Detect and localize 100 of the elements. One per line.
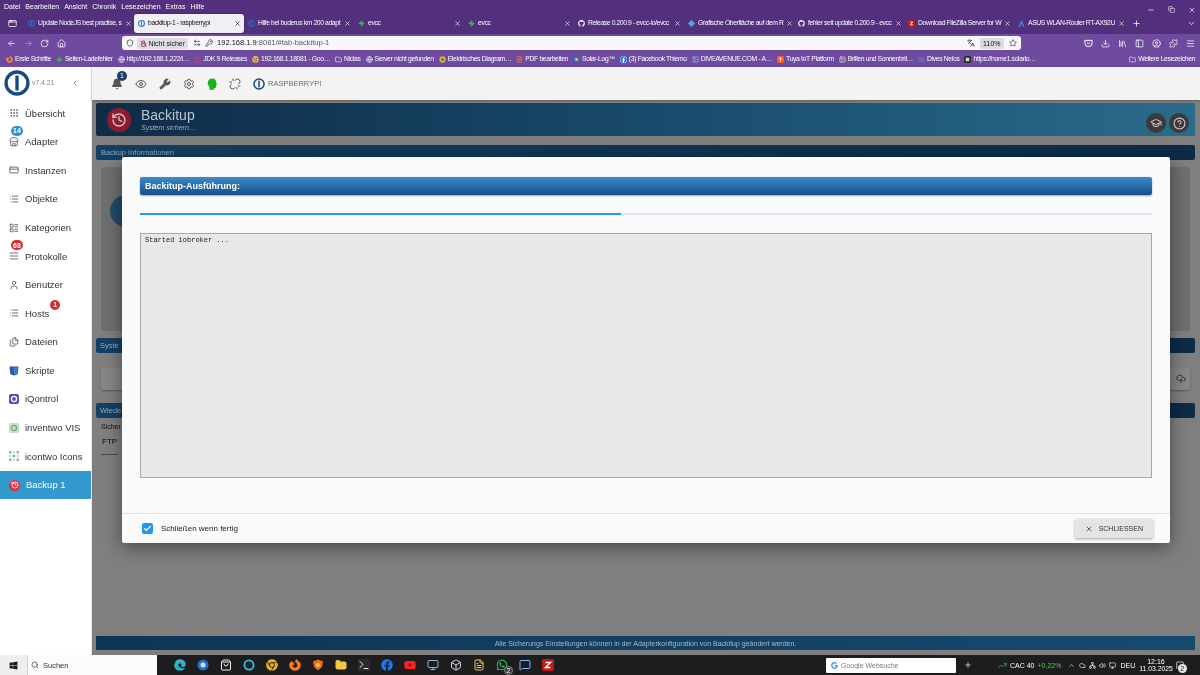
bolt-icon <box>55 56 63 63</box>
terminal-icon[interactable] <box>358 659 370 671</box>
cloud-icon[interactable] <box>1079 661 1087 669</box>
list-icon <box>9 308 19 319</box>
folder-icon[interactable] <box>335 659 347 671</box>
monitor-icon[interactable] <box>427 659 439 671</box>
play-icon[interactable] <box>404 659 416 671</box>
close-icon[interactable] <box>1188 5 1196 14</box>
browser-icon[interactable] <box>289 659 301 671</box>
logo-icon <box>4 70 30 96</box>
bag-icon[interactable] <box>220 659 232 671</box>
graduation-cap-icon[interactable] <box>1146 113 1166 133</box>
close-icon[interactable] <box>234 20 241 27</box>
sidebar-item[interactable]: Dateien <box>0 327 91 357</box>
speaker-icon[interactable] <box>1099 661 1107 669</box>
key-icon[interactable] <box>205 39 214 47</box>
cat-icon <box>798 20 805 27</box>
house-icon[interactable] <box>56 38 66 48</box>
panel-icon[interactable] <box>1135 38 1144 48</box>
browser-icon <box>252 56 260 63</box>
square-icon <box>777 56 785 63</box>
eye-icon[interactable] <box>135 77 147 90</box>
square-icon <box>964 56 972 63</box>
chevron-down-icon[interactable] <box>1187 19 1196 28</box>
square-icon[interactable] <box>542 659 554 671</box>
triangle-icon <box>1018 20 1025 27</box>
clock-icon <box>9 479 20 491</box>
sidebar-item[interactable]: iQontrol <box>0 384 91 414</box>
sidebar-item[interactable]: Objekte <box>0 184 91 214</box>
field-value: FTP <box>102 438 118 446</box>
window-icon[interactable] <box>8 19 17 28</box>
plus-icon[interactable] <box>964 661 972 669</box>
arrow-left-icon[interactable] <box>7 38 16 48</box>
insecure-lock-icon <box>139 39 147 47</box>
document-icon <box>516 56 524 63</box>
network-icon[interactable] <box>1089 661 1097 669</box>
chat-icon[interactable] <box>496 659 508 671</box>
globe-icon <box>117 56 125 63</box>
social-icon[interactable] <box>381 659 393 671</box>
mountain-icon <box>194 56 202 63</box>
bolt-icon <box>468 20 475 27</box>
shield-icon[interactable] <box>312 659 324 671</box>
arrows-icon[interactable] <box>193 39 202 47</box>
sidebar-item[interactable]: Übersicht <box>0 99 91 128</box>
card-icon <box>9 165 19 176</box>
wave-icon <box>918 56 926 63</box>
close-icon[interactable] <box>1004 20 1012 27</box>
chevron-icon[interactable] <box>71 79 79 87</box>
circle-icon <box>438 56 446 63</box>
grid-icon <box>9 108 19 119</box>
translate-icon[interactable] <box>967 39 976 47</box>
square-icon <box>9 394 19 405</box>
search-icon <box>31 661 39 669</box>
menu-icon[interactable] <box>1186 38 1195 48</box>
close-icon[interactable] <box>1117 20 1125 27</box>
settings-icon[interactable] <box>183 77 195 90</box>
document-icon[interactable] <box>473 659 485 671</box>
circle-graphic <box>110 195 122 227</box>
chevron-up-icon[interactable] <box>1068 661 1076 669</box>
monitor-icon[interactable] <box>1109 661 1117 669</box>
cloud-upload-icon[interactable] <box>1176 374 1186 384</box>
page-title: Backitup <box>141 108 196 122</box>
circle-icon[interactable] <box>197 659 209 671</box>
folder-icon <box>335 56 343 63</box>
sidebar-item[interactable]: Skripte <box>0 356 91 385</box>
close-icon[interactable] <box>124 20 132 27</box>
sidebar-item[interactable]: Instanzen <box>0 156 91 185</box>
help-icon[interactable] <box>1169 113 1189 133</box>
broken-link-icon[interactable] <box>229 77 241 90</box>
clock-icon <box>107 107 131 132</box>
bell-icon[interactable] <box>111 77 123 90</box>
message-icon[interactable] <box>519 659 531 671</box>
chart-icon[interactable] <box>998 660 1007 670</box>
circle-icon <box>573 56 581 63</box>
reload-icon[interactable] <box>40 38 49 48</box>
chevron-tray-icon[interactable] <box>1084 38 1093 48</box>
sidebar-item[interactable]: Kategorien <box>0 213 91 242</box>
wrench-icon[interactable] <box>159 77 171 90</box>
restore-icon[interactable] <box>1168 6 1175 13</box>
sidebar-item[interactable]: icontwo Icons <box>0 442 91 471</box>
sidebar-item[interactable]: inventwo VIS <box>0 413 91 443</box>
checkbox[interactable] <box>142 523 153 534</box>
dialog-title: Backitup-Ausführung: <box>140 177 1152 195</box>
ring-icon[interactable] <box>243 659 255 671</box>
image-icon <box>838 56 846 63</box>
plus-icon[interactable] <box>1132 19 1141 28</box>
browser-icon[interactable] <box>266 659 278 671</box>
download-icon[interactable] <box>1101 38 1110 48</box>
puzzle-icon[interactable] <box>1169 38 1178 48</box>
square-icon <box>9 422 19 433</box>
user-circle-icon[interactable] <box>1152 38 1161 48</box>
start-icon[interactable] <box>0 655 27 675</box>
sidebar-item[interactable]: Benutzer <box>0 270 91 300</box>
star-icon[interactable] <box>1008 39 1017 47</box>
cube-icon[interactable] <box>450 659 462 671</box>
ring-icon <box>138 20 145 27</box>
user-icon <box>9 279 19 290</box>
browser-icon[interactable] <box>174 659 186 671</box>
books-icon[interactable] <box>1118 38 1127 48</box>
logo-icon <box>253 77 265 90</box>
